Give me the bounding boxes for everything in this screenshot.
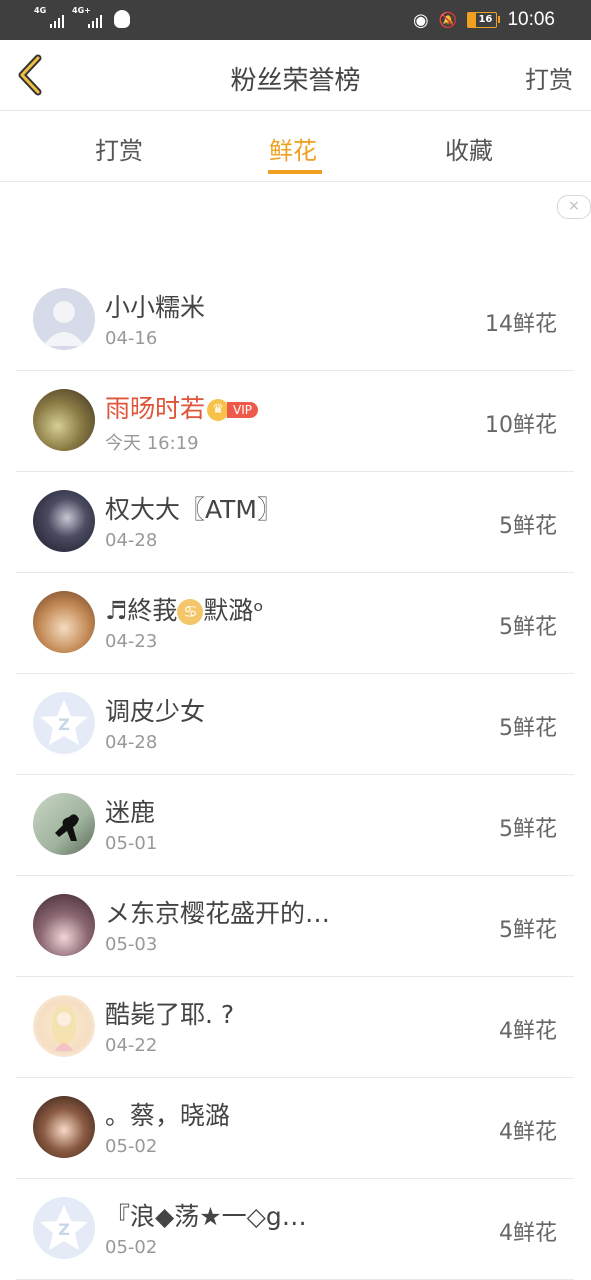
eye-icon: ◉ [413, 9, 429, 31]
flower-count: 4鲜花 [499, 1221, 557, 1246]
signal-icon: 4G+ [72, 6, 102, 28]
avatar[interactable] [33, 288, 95, 350]
svg-text:Z: Z [58, 715, 70, 734]
signal-icon: 4G [34, 6, 64, 28]
user-date: 04-28 [105, 732, 158, 753]
avatar[interactable] [33, 389, 95, 451]
qq-penguin-icon [114, 10, 130, 28]
list-item[interactable]: 酷毙了耶. ? 04-22 4鲜花 [16, 977, 574, 1078]
fan-ranking-list: 小小糯米 04-16 14鲜花 雨旸时若 ♛ VIP 今天 16:19 10鲜花 权… [16, 270, 574, 1280]
close-icon[interactable]: × [557, 195, 591, 219]
flower-count: 5鲜花 [499, 817, 557, 842]
list-item[interactable]: 。蔡，晓潞 05-02 4鲜花 [16, 1078, 574, 1179]
crown-icon: ♛ [207, 399, 230, 421]
network-type-label: 4G+ [72, 6, 91, 15]
avatar[interactable] [33, 894, 95, 956]
user-date: 04-16 [105, 328, 158, 349]
user-date: 05-02 [105, 1237, 158, 1258]
cancer-zodiac-icon: ♋ [177, 599, 204, 625]
user-name: 小小糯米 [105, 293, 206, 322]
list-item[interactable]: 小小糯米 04-16 14鲜花 [16, 270, 574, 371]
page-title: 粉丝荣誉榜 [230, 66, 361, 96]
list-item[interactable]: 迷鹿 05-01 5鲜花 [16, 775, 574, 876]
active-tab-indicator [268, 170, 322, 174]
user-name: 『浪◆荡★一◇g… [105, 1202, 307, 1231]
list-item[interactable]: ♬終莪 ♋ 默潞ᵒ 04-23 5鲜花 [16, 573, 574, 674]
user-name: 。蔡，晓潞 [105, 1101, 231, 1130]
user-date: 今天 16:19 [105, 433, 199, 454]
clock: 10:06 [507, 9, 555, 30]
user-name: 酷毙了耶. ? [105, 1000, 235, 1029]
user-name-text: 雨旸时若 [105, 394, 206, 423]
avatar[interactable] [33, 995, 95, 1057]
flower-count: 14鲜花 [485, 312, 557, 337]
avatar[interactable] [33, 591, 95, 653]
list-item[interactable]: 雨旸时若 ♛ VIP 今天 16:19 10鲜花 [16, 371, 574, 472]
user-name: ♬終莪 ♋ 默潞ᵒ [105, 591, 264, 627]
user-name-text: ♬終莪 [105, 596, 178, 625]
user-name: 迷鹿 [105, 798, 156, 827]
list-item[interactable]: Z 调皮少女 04-28 5鲜花 [16, 674, 574, 775]
user-name-text: 默潞ᵒ [203, 596, 264, 625]
tab-flowers[interactable]: 鲜花 [269, 131, 317, 166]
list-item[interactable]: Z 『浪◆荡★一◇g… 05-02 4鲜花 [16, 1179, 574, 1280]
bell-muted-icon: 🔕 [438, 11, 458, 29]
avatar[interactable] [33, 490, 95, 552]
user-date: 05-03 [105, 934, 158, 955]
user-name: 雨旸时若 ♛ VIP [105, 389, 258, 425]
svg-text:Z: Z [58, 1220, 70, 1239]
flower-count: 5鲜花 [499, 716, 557, 741]
user-date: 05-01 [105, 833, 158, 854]
user-date: 04-23 [105, 631, 158, 652]
user-name: 调皮少女 [105, 697, 206, 726]
status-bar: 4G 4G+ ◉ 🔕 16 10:06 [0, 0, 591, 40]
nav-bar: 粉丝荣誉榜 打赏 [0, 40, 591, 111]
vip-badge: VIP [227, 402, 258, 418]
tab-reward[interactable]: 打赏 [95, 131, 143, 166]
flower-count: 5鲜花 [499, 918, 557, 943]
tab-collect[interactable]: 收藏 [445, 131, 493, 166]
battery-icon: 16 [467, 12, 501, 28]
reward-button[interactable]: 打赏 [525, 60, 573, 95]
flower-count: 10鲜花 [485, 413, 557, 438]
user-date: 04-28 [105, 530, 158, 551]
flower-count: 4鲜花 [499, 1019, 557, 1044]
user-date: 05-02 [105, 1136, 158, 1157]
flower-count: 5鲜花 [499, 615, 557, 640]
avatar[interactable] [33, 1096, 95, 1158]
user-date: 04-22 [105, 1035, 158, 1056]
flower-count: 5鲜花 [499, 514, 557, 539]
user-name: メ东京樱花盛开的… [105, 899, 331, 928]
avatar[interactable]: Z [33, 1197, 95, 1259]
network-type-label: 4G [34, 6, 47, 15]
avatar[interactable] [33, 793, 95, 855]
user-name: 权大大〖ATM〗 [105, 495, 283, 524]
flower-count: 4鲜花 [499, 1120, 557, 1145]
avatar[interactable]: Z [33, 692, 95, 754]
list-item[interactable]: メ东京樱花盛开的… 05-03 5鲜花 [16, 876, 574, 977]
battery-level: 16 [478, 14, 493, 25]
list-item[interactable]: 权大大〖ATM〗 04-28 5鲜花 [16, 472, 574, 573]
